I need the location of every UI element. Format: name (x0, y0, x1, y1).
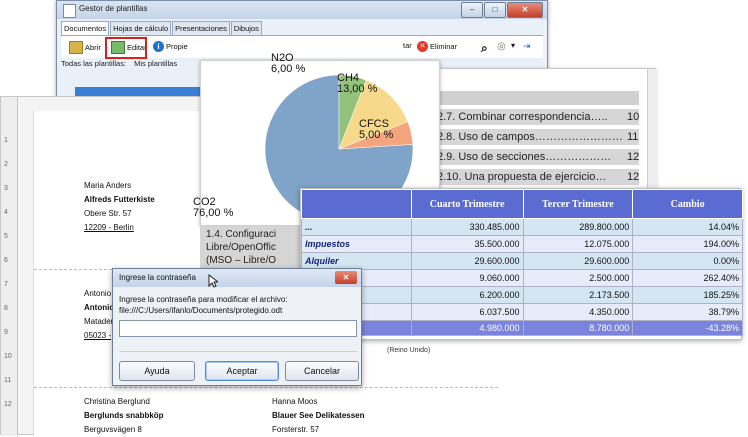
tab-drawings[interactable]: Dibujos (230, 21, 262, 35)
settings-icon[interactable]: ◎ (497, 41, 506, 52)
dialog-divider (119, 351, 357, 352)
dialog-titlebar[interactable]: Ingrese la contraseña ✕ (113, 269, 361, 287)
table-header: Cuarto Trimestre Tercer Trimestre Cambio (301, 189, 743, 219)
vertical-ruler: 1 2 3 4 5 6 7 8 9 10 11 12 (1, 97, 18, 436)
ruler-tick: 12 (4, 401, 12, 408)
table-row[interactable]: ... 330.485.000 289.800.000 14.04% (301, 218, 743, 236)
company-name: Blauer See Delikatessen (272, 411, 365, 420)
close-button[interactable]: ✕ (507, 2, 543, 18)
column-header[interactable]: Cambio (632, 189, 743, 219)
info-icon: i (153, 41, 164, 52)
pie-label-cfcs: CFCS 5,00 % (359, 118, 394, 141)
table-row[interactable]: 6.200.000 2.173.500 185.25% (301, 286, 743, 304)
ruler-tick: 4 (4, 209, 8, 216)
contact-name: Antonio (84, 289, 112, 298)
column-header[interactable]: Tercer Trimestre (522, 189, 634, 219)
window-title: Gestor de plantillas (79, 4, 148, 13)
spreadsheet-window: Cuarto Trimestre Tercer Trimestre Cambio… (300, 188, 743, 354)
toc-under-chart: 1.4. Configuraci Libre/OpenOffic (MSO – … (200, 226, 300, 268)
template-filter: Todas las plantillas: Mis plantillas (61, 59, 183, 68)
template-tabs: Documentos Hojas de cálculo Presentacion… (61, 21, 263, 35)
accept-button[interactable]: Aceptar (205, 361, 279, 381)
document-icon (63, 4, 76, 18)
ruler-tick: 10 (4, 353, 12, 360)
password-input[interactable] (119, 320, 357, 337)
tab-presentations[interactable]: Presentaciones (172, 21, 230, 35)
edit-button-highlight (105, 37, 147, 59)
dialog-prompt: Ingrese la contraseña para modificar el … (119, 295, 288, 304)
street: Obere Str. 57 (84, 209, 132, 218)
quarter-comparison-table: Cuarto Trimestre Tercer Trimestre Cambio… (301, 189, 743, 336)
dialog-title: Ingrese la contraseña (119, 273, 196, 282)
ruler-tick: 3 (4, 185, 8, 192)
contact-name: Hanna Moos (272, 397, 318, 406)
tab-spreadsheets[interactable]: Hojas de cálculo (110, 21, 172, 35)
table-row[interactable]: Impuestos 35.500.000 12.075.000 194.00% (301, 235, 743, 253)
ruler-tick: 2 (4, 161, 8, 168)
toc-fragment: Libre/OpenOffic (206, 242, 276, 253)
pie-label-n2o: N2O 6,00 % (271, 52, 306, 75)
tab-documents[interactable]: Documentos (61, 21, 110, 35)
search-icon[interactable]: ⌕ (481, 41, 488, 56)
properties-button[interactable]: i Propie (153, 41, 188, 52)
toc-fragment: 1.4. Configuraci (206, 229, 277, 240)
ruler-tick: 7 (4, 281, 8, 288)
ruler-tick: 1 (4, 137, 8, 144)
company-name: Antonio (84, 303, 115, 312)
address-label: Hanna Moos Blauer See Delikatessen Forst… (272, 395, 365, 437)
street: Matader (84, 317, 114, 326)
maximize-button[interactable]: □ (484, 2, 506, 18)
ruler-tick: 11 (4, 377, 12, 384)
pie-label-co2: CO2 76,00 % (193, 196, 234, 219)
toc-fragment: (MSO – Libre/O (206, 255, 277, 266)
table-row[interactable]: Alquiler 29.600.000 29.600.000 0.00% (301, 252, 743, 270)
table-row[interactable]: ...blicos 9.060.000 2.500.000 262.40% (301, 269, 743, 287)
country-text: (Reino Unido) (387, 347, 431, 354)
mouse-pointer-icon (208, 274, 218, 288)
table-row[interactable]: ...cina 6.037.500 4.350.000 38.79% (301, 303, 743, 321)
ruler-tick: 5 (4, 233, 8, 240)
file-path: file:///C:/Users/ifanlo/Documents/proteg… (119, 306, 283, 315)
password-dialog: Ingrese la contraseña ✕ Ingrese la contr… (112, 268, 362, 386)
ruler-tick: 6 (4, 257, 8, 264)
my-templates-link[interactable]: Mis plantillas (134, 59, 177, 68)
toc-scrollbar[interactable] (647, 69, 657, 193)
dialog-close-button[interactable]: ✕ (335, 271, 357, 284)
table-total-row[interactable]: 4.980.000 8.780.000 -43.28% (301, 320, 743, 336)
address-label: Maria Anders Alfreds Futterkiste Obere S… (84, 179, 155, 235)
chevron-down-icon[interactable]: ▾ (511, 41, 515, 50)
company-name: Berglunds snabbköp (84, 411, 164, 420)
column-header[interactable] (301, 189, 412, 219)
city: 12209 - Berlin (84, 223, 134, 232)
company-name: Alfreds Futterkiste (84, 195, 155, 204)
ruler-tick: 9 (4, 329, 8, 336)
template-manager-titlebar[interactable]: Gestor de plantillas – □ ✕ (57, 1, 547, 19)
minimize-button[interactable]: – (461, 2, 483, 18)
help-button[interactable]: Ayuda (119, 361, 195, 381)
pie-label-ch4: CH4 13,00 % (337, 72, 378, 95)
folder-icon (69, 41, 83, 54)
contact-name: Christina Berglund (84, 397, 150, 406)
city: 05023 - (84, 331, 112, 340)
ruler-tick: 8 (4, 305, 8, 312)
import-icon[interactable]: ⇥ (523, 41, 531, 52)
open-button[interactable]: Abrir (69, 41, 101, 54)
export-button[interactable]: tar (403, 41, 412, 50)
delete-button[interactable]: ✕ Eliminar (417, 41, 457, 52)
delete-icon: ✕ (417, 41, 428, 52)
contact-name: Maria Anders (84, 181, 132, 190)
column-header[interactable]: Cuarto Trimestre (410, 189, 524, 219)
cancel-button[interactable]: Cancelar (285, 361, 359, 381)
all-templates-label: Todas las plantillas: (61, 59, 127, 68)
label-separator (34, 387, 498, 388)
address-label: Antonio Antonio Matader 05023 - (84, 287, 114, 343)
address-label: Christina Berglund Berglunds snabbköp Be… (84, 395, 164, 437)
